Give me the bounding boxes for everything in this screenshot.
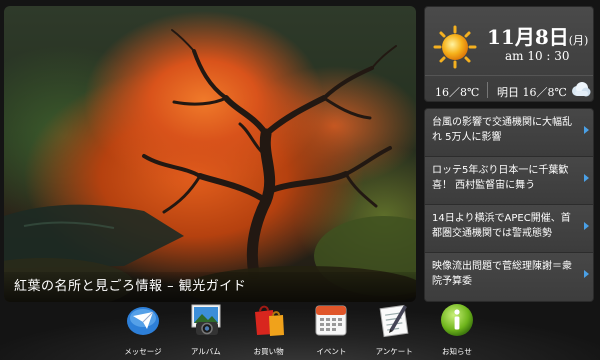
maple-tree-image (4, 29, 416, 302)
featured-photo[interactable]: 紅葉の名所と見ごろ情報 – 観光ガイド (4, 6, 416, 302)
dock-label: アルバム (190, 347, 221, 356)
divider (487, 82, 488, 98)
news-item[interactable]: 台風の影響で交通機関に大幅乱れ 5万人に影響 (425, 109, 593, 157)
dock-item-shopping[interactable]: お買い物 (240, 300, 298, 360)
date-text: 11月8日 (487, 25, 569, 49)
weather-widget[interactable]: 11月8日(月) am 10 : 30 16／8℃ 明日 16／8℃ (424, 6, 594, 102)
photo-caption: 紅葉の名所と見ごろ情報 – 観光ガイド (4, 272, 416, 302)
dock-item-event[interactable]: イベント (302, 300, 360, 360)
calendar-icon (315, 305, 347, 336)
tomorrow-temperature: 16／8℃ (522, 86, 567, 99)
dock-item-album[interactable]: アルバム (177, 300, 235, 360)
news-item[interactable]: 14日より横浜でAPEC開催、首都圏交通機関では警戒態勢 (425, 205, 593, 253)
dock-label: お買い物 (253, 347, 284, 356)
sun-icon (433, 25, 477, 69)
news-item[interactable]: ロッテ5年ぶり日本一に千葉歓喜！ 西村監督宙に舞う (425, 157, 593, 205)
news-headline: 14日より横浜でAPEC開催、首都圏交通機関では警戒態勢 (432, 213, 571, 239)
dock-item-survey[interactable]: アンケート (365, 300, 423, 360)
weather-date: 11月8日(月) (487, 21, 588, 50)
chevron-right-icon (584, 126, 589, 134)
dock-label: アンケート (375, 347, 413, 356)
album-icon (191, 304, 221, 335)
dock-label: イベント (316, 347, 347, 356)
news-list: 台風の影響で交通機関に大幅乱れ 5万人に影響 ロッテ5年ぶり日本一に千葉歓喜！ … (424, 108, 594, 302)
chevron-right-icon (584, 222, 589, 230)
info-icon (440, 304, 473, 336)
dock-item-message[interactable]: メッセージ (114, 300, 172, 360)
tomorrow-label: 明日 (497, 86, 519, 99)
weekday-text: (月) (568, 34, 589, 47)
chevron-right-icon (584, 270, 589, 278)
chevron-right-icon (584, 174, 589, 182)
cloud-icon (572, 82, 591, 97)
app-dock: メッセージ アルバム お買い物 イベント アンケート お知らせ (114, 300, 486, 360)
tomorrow-forecast: 明日 16／8℃ (497, 84, 567, 100)
shopping-icon (254, 305, 284, 336)
news-headline: ロッテ5年ぶり日本一に千葉歓喜！ 西村監督宙に舞う (432, 165, 569, 191)
dock-label: お知らせ (442, 347, 472, 356)
news-item[interactable]: 映像流出問題で菅総理陳謝＝衆院予算委 (425, 253, 593, 301)
today-temperature: 16／8℃ (435, 86, 480, 99)
current-time: am 10 : 30 (505, 49, 570, 63)
news-headline: 映像流出問題で菅総理陳謝＝衆院予算委 (432, 261, 572, 287)
temperature-row: 16／8℃ 明日 16／8℃ (425, 75, 593, 103)
survey-icon (379, 304, 409, 338)
dock-item-info[interactable]: お知らせ (428, 300, 486, 360)
dock-label: メッセージ (124, 347, 162, 356)
news-headline: 台風の影響で交通機関に大幅乱れ 5万人に影響 (432, 117, 572, 143)
message-icon (127, 307, 159, 335)
